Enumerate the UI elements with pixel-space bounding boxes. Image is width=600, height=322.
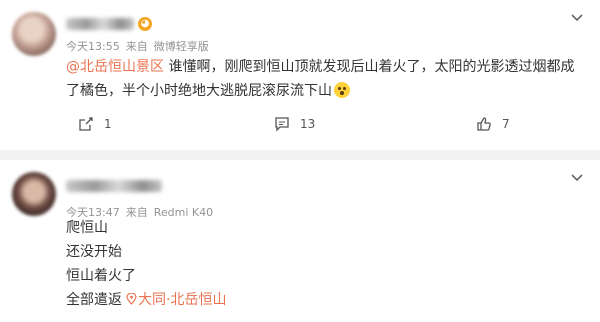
post-card-1: ◕ 今天13:55 来自 微博轻享版 @北岳恒山景区 谁懂啊，刚爬到恒山顶就发现后山…: [0, 0, 600, 150]
like-count: 7: [502, 117, 510, 131]
post-source[interactable]: 微博轻享版: [154, 40, 209, 53]
action-bar: 1 13 7: [0, 112, 600, 136]
post-divider: [0, 150, 600, 160]
mention-link[interactable]: @北岳恒山景区: [66, 59, 164, 75]
post-meta: 今天13:55 来自 微博轻享版: [66, 38, 215, 54]
post-line-with-location: 全部遣返 大同·北岳恒山: [66, 288, 226, 312]
post-text-2: 色，半个小时绝地大逃脱屁滚尿流下山: [94, 83, 332, 99]
repost-button[interactable]: 1: [78, 112, 112, 136]
mention-text[interactable]: @北岳恒山景区: [66, 59, 164, 75]
avatar[interactable]: [12, 172, 56, 216]
post-content: @北岳恒山景区 谁懂啊，刚爬到恒山顶就发现后山着火了，太阳的光影透过烟都成了橘色…: [66, 55, 582, 103]
thumbs-up-icon: [477, 117, 491, 131]
post-time: 今天13:55: [66, 40, 120, 53]
post-line: 爬恒山: [66, 220, 108, 236]
username-blurred[interactable]: [66, 180, 162, 192]
comment-count: 13: [300, 117, 316, 131]
like-button[interactable]: 7: [476, 112, 510, 136]
post-line: 恒山着火了: [66, 268, 136, 284]
chevron-down-icon[interactable]: [570, 10, 584, 24]
location-text[interactable]: 大同·北岳恒山: [138, 292, 226, 308]
post-line: 全部遣返: [66, 292, 122, 308]
location-link[interactable]: 大同·北岳恒山: [126, 292, 226, 308]
source-prefix: 来自: [125, 40, 148, 53]
location-pin-icon: [126, 292, 137, 305]
surprised-emoji-icon: [334, 82, 350, 98]
post-card-2: 今天13:47 来自 Redmi K40 爬恒山 还没开始 恒山着火了 全部遣返 大同…: [0, 160, 600, 322]
post-line: 还没开始: [66, 244, 122, 260]
username-blurred[interactable]: [66, 18, 134, 30]
emoji-badge-icon: ◕: [138, 17, 152, 31]
repost-count: 1: [104, 117, 112, 131]
post-content: 爬恒山 还没开始 恒山着火了 全部遣返 大同·北岳恒山: [66, 216, 226, 312]
comment-icon: [275, 117, 289, 132]
chevron-down-icon[interactable]: [570, 170, 584, 184]
comment-button[interactable]: 13: [274, 112, 315, 136]
repost-icon: [79, 117, 93, 131]
avatar[interactable]: [12, 12, 56, 56]
